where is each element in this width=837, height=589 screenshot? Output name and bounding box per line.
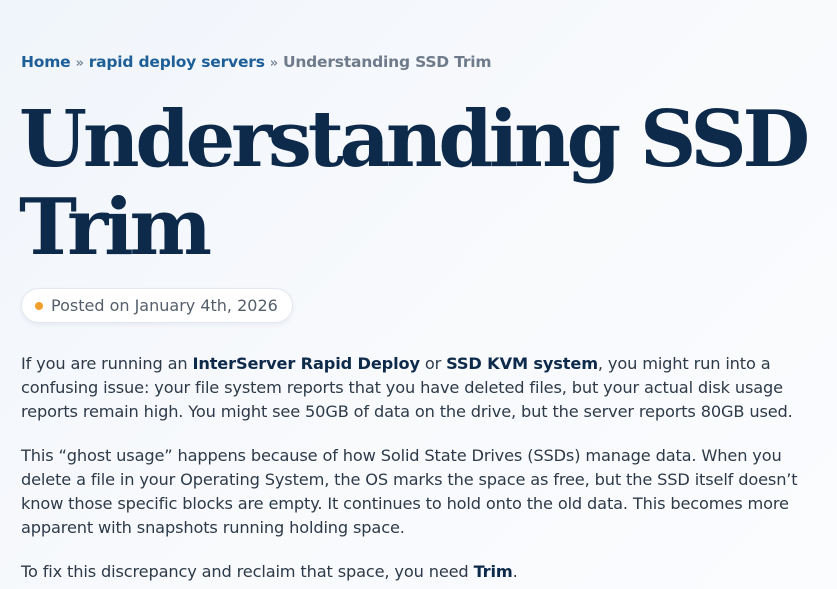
bold-text: InterServer Rapid Deploy <box>192 354 420 373</box>
page-title: Understanding SSD Trim <box>19 96 819 272</box>
posted-date-text: Posted on January 4th, 2026 <box>51 296 278 315</box>
trim-paragraph: To fix this discrepancy and reclaim that… <box>21 560 821 584</box>
page-title-line2: Trim <box>19 182 212 273</box>
breadcrumb-current: Understanding SSD Trim <box>282 53 492 71</box>
status-dot-icon <box>35 301 43 310</box>
bold-text: Trim <box>473 562 513 581</box>
ghost-usage-paragraph: This “ghost usage” happens because of ho… <box>21 446 798 537</box>
breadcrumb: Home » rapid deploy servers » Understanding … <box>21 53 492 71</box>
posted-date-badge: Posted on January 4th, 2026 <box>21 288 293 323</box>
breadcrumb-separator: » <box>269 56 278 71</box>
intro-paragraph: If you are running an InterServer Rapid … <box>21 352 821 424</box>
paragraph-text: . <box>512 562 518 581</box>
page-title-line1: Understanding SSD <box>19 94 810 185</box>
bold-text: SSD KVM system <box>446 354 598 373</box>
paragraph-text: If you are running an <box>21 354 193 373</box>
breadcrumb-home-link[interactable]: Home <box>21 53 71 71</box>
paragraph-text: or <box>419 354 447 373</box>
breadcrumb-category-link[interactable]: rapid deploy servers <box>89 53 265 71</box>
breadcrumb-separator: » <box>75 56 84 71</box>
paragraph-text: To fix this discrepancy and reclaim that… <box>21 562 474 581</box>
